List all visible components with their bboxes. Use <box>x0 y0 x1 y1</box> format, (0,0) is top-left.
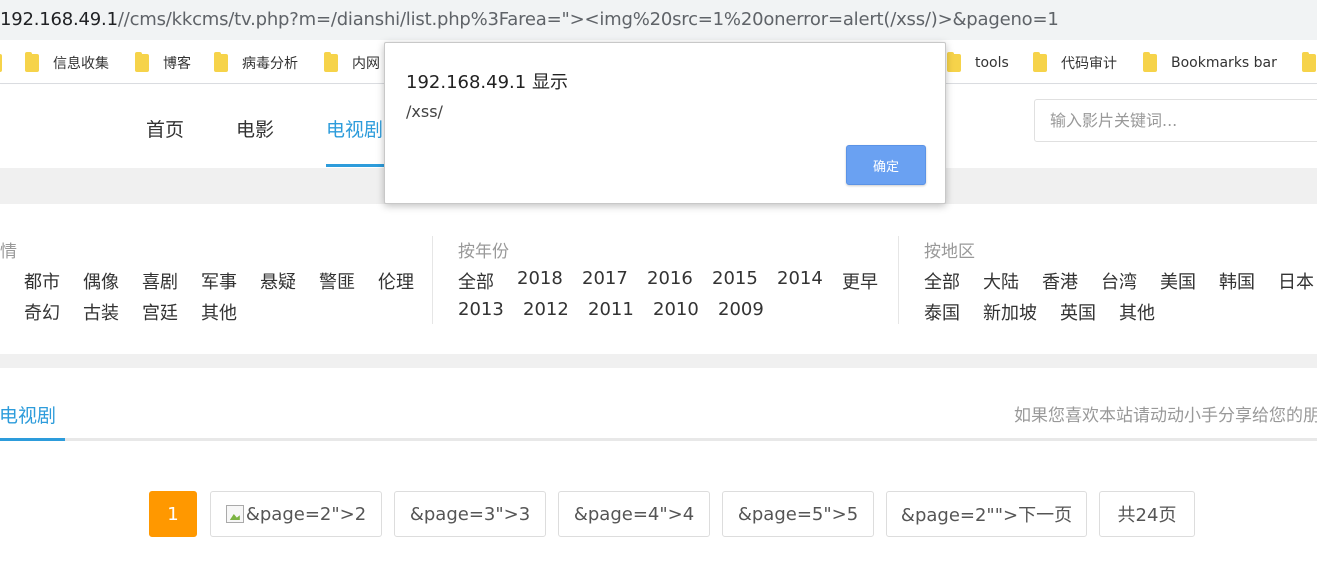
folder-icon <box>214 52 228 72</box>
folder-icon <box>0 54 2 72</box>
filter-year-item[interactable]: 2010 <box>653 299 699 320</box>
page-link-3[interactable]: &page=3">3 <box>394 491 546 537</box>
filter-year-item[interactable]: 2016 <box>647 268 693 289</box>
alert-message: /xss/ <box>406 102 443 121</box>
filter-year-item[interactable]: 2014 <box>777 268 823 289</box>
filter-area-heading: 按地区 <box>924 242 975 262</box>
nav-movies[interactable]: 电影 <box>236 115 274 142</box>
filter-genre-item[interactable]: 都市 <box>24 268 60 294</box>
bookmark-label: 博客 <box>163 56 191 72</box>
filter-area-item[interactable]: 日本 <box>1278 268 1314 294</box>
filter-area-item[interactable]: 韩国 <box>1219 268 1255 294</box>
filter-genre-item[interactable]: 悬疑 <box>260 268 296 294</box>
page-link-2[interactable]: &page=2">2 <box>210 491 382 537</box>
url-path: //cms/kkcms/tv.php?m=/dianshi/list.php%3… <box>117 9 1059 30</box>
section-header: 新电视剧 如果您喜欢本站请动动小手分享给您的朋 <box>0 368 1317 443</box>
folder-icon <box>1302 52 1316 72</box>
folder-icon <box>135 52 149 72</box>
filter-genre-item[interactable]: 警匪 <box>319 268 355 294</box>
bookmark-info-gathering[interactable]: 信息收集 <box>25 52 109 73</box>
filter-year-item[interactable]: 2012 <box>523 299 569 320</box>
bookmark-overflow[interactable] <box>1302 52 1317 73</box>
bookmark-bookmarks-bar[interactable]: Bookmarks bar <box>1143 52 1277 73</box>
nav-active-indicator <box>326 164 384 167</box>
column-divider <box>898 236 899 324</box>
folder-icon <box>1143 52 1157 72</box>
bookmark-label: tools <box>975 55 1009 71</box>
page-link-5[interactable]: &page=5">5 <box>722 491 874 537</box>
filter-genre-item[interactable]: 伦理 <box>378 268 414 294</box>
nav-tv-series[interactable]: 电视剧 <box>326 115 383 142</box>
filter-year-item[interactable]: 更早 <box>842 268 878 294</box>
search-input[interactable] <box>1034 99 1317 142</box>
bookmark-blog[interactable]: 博客 <box>135 52 191 73</box>
column-divider <box>432 236 433 324</box>
address-bar[interactable]: 192.168.49.1//cms/kkcms/tv.php?m=/diansh… <box>0 0 1317 40</box>
filter-area-item[interactable]: 美国 <box>1160 268 1196 294</box>
page-next[interactable]: &page=2"">下一页 <box>886 491 1087 537</box>
filter-area-item[interactable]: 英国 <box>1060 299 1096 325</box>
bookmark-malware-analysis[interactable]: 病毒分析 <box>214 52 298 73</box>
page-current[interactable]: 1 <box>149 491 197 537</box>
bookmark-label: 病毒分析 <box>242 56 298 72</box>
url-host: 192.168.49.1 <box>0 9 118 30</box>
spacer <box>0 354 1317 368</box>
bookmark-tools[interactable]: tools <box>947 52 1009 73</box>
filter-genre-item[interactable]: 偶像 <box>83 268 119 294</box>
share-note: 如果您喜欢本站请动动小手分享给您的朋 <box>1014 406 1317 426</box>
filter-genre-item[interactable]: 宫廷 <box>142 299 178 325</box>
alert-title: 192.168.49.1 显示 <box>406 72 568 93</box>
filter-genre-item[interactable]: 古装 <box>83 299 119 325</box>
bookmark-label: 代码审计 <box>1061 56 1117 72</box>
filter-area-item[interactable]: 台湾 <box>1101 268 1137 294</box>
filter-year-item[interactable]: 2018 <box>517 268 563 289</box>
filter-year-item[interactable]: 2011 <box>588 299 634 320</box>
bookmark-code-audit[interactable]: 代码审计 <box>1033 52 1117 73</box>
folder-icon <box>324 52 338 72</box>
folder-icon <box>25 52 39 72</box>
nav-home[interactable]: 首页 <box>146 115 184 142</box>
section-active-indicator <box>0 438 65 441</box>
filter-area-item[interactable]: 其他 <box>1119 299 1155 325</box>
filter-year-item[interactable]: 2017 <box>582 268 628 289</box>
filter-year-heading: 按年份 <box>458 242 509 262</box>
filter-panel: 情 都市 偶像 喜剧 军事 悬疑 警匪 伦理 奇幻 古装 宫廷 其他 按年份 全… <box>0 204 1317 354</box>
filter-year-item[interactable]: 2013 <box>458 299 504 320</box>
broken-image-icon <box>225 505 244 523</box>
folder-icon <box>947 52 961 72</box>
filter-genre-item[interactable]: 奇幻 <box>24 299 60 325</box>
bookmark-partial[interactable] <box>0 53 16 73</box>
filter-area-item[interactable]: 香港 <box>1042 268 1078 294</box>
page-total: 共24页 <box>1099 491 1195 537</box>
filter-genre-item[interactable]: 喜剧 <box>142 268 178 294</box>
bookmark-label: 信息收集 <box>53 56 109 72</box>
filter-year-item[interactable]: 2015 <box>712 268 758 289</box>
filter-genre-heading: 情 <box>0 242 17 262</box>
filter-genre-item[interactable]: 军事 <box>201 268 237 294</box>
folder-icon <box>1033 52 1047 72</box>
filter-area-item[interactable]: 大陆 <box>983 268 1019 294</box>
filter-year-item[interactable]: 全部 <box>458 268 494 294</box>
section-title[interactable]: 新电视剧 <box>0 401 56 428</box>
filter-genre-item[interactable]: 其他 <box>201 299 237 325</box>
url-text[interactable]: 192.168.49.1//cms/kkcms/tv.php?m=/diansh… <box>0 9 1059 30</box>
filter-year-item[interactable]: 2009 <box>718 299 764 320</box>
alert-dialog: 192.168.49.1 显示 /xss/ 确定 <box>384 42 946 204</box>
page-link-label: &page=2">2 <box>245 503 367 525</box>
filter-area-item[interactable]: 泰国 <box>924 299 960 325</box>
filter-area-item[interactable]: 全部 <box>924 268 960 294</box>
alert-ok-button[interactable]: 确定 <box>846 145 926 185</box>
page-link-4[interactable]: &page=4">4 <box>558 491 710 537</box>
bookmark-intranet[interactable]: 内网 <box>324 52 380 73</box>
bookmark-label: 内网 <box>352 56 380 72</box>
bookmark-label: Bookmarks bar <box>1171 55 1277 71</box>
section-divider <box>0 438 1317 441</box>
filter-area-item[interactable]: 新加坡 <box>983 299 1037 325</box>
